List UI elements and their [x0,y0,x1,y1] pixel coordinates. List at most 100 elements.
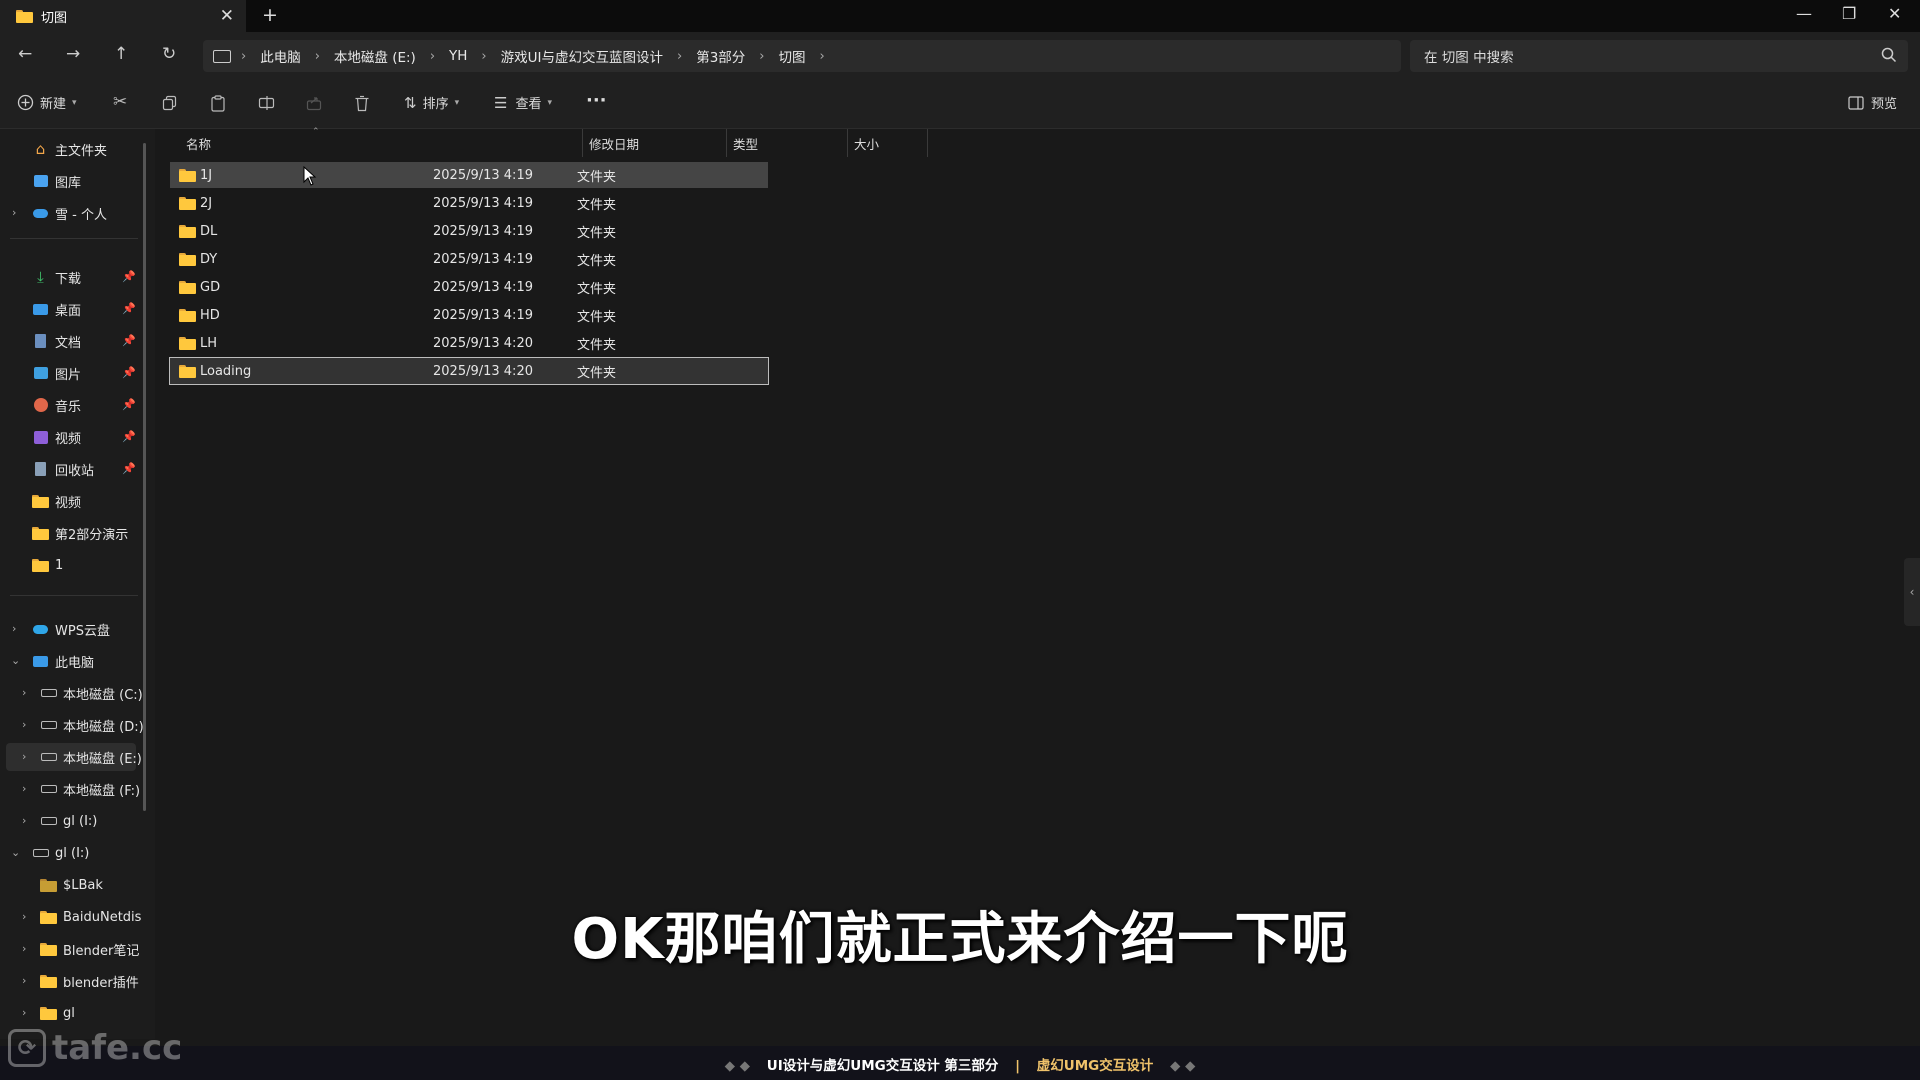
back-button[interactable]: ← [18,44,32,64]
chevron-right-icon[interactable]: › [12,206,16,219]
chevron-right-icon[interactable]: › [22,718,26,731]
sidebar-item-pictures[interactable]: 图片 [32,360,81,386]
new-tab-button[interactable]: + [262,4,278,26]
drive-icon [40,813,57,830]
forward-button[interactable]: → [66,44,80,64]
sidebar-item-videos[interactable]: 视频 [32,424,81,450]
chevron-down-icon[interactable]: ⌄ [11,846,20,859]
chevron-right-icon[interactable]: › [12,622,16,635]
course-banner-text: ◆ ◆ UI设计与虚幻UMG交互设计 第三部分 | 虚幻UMG交互设计 ◆ ◆ [0,1054,1920,1074]
preview-pane-button[interactable]: 预览 [1848,93,1897,112]
banner-ornament-icon: ◆ ◆ [1169,1058,1196,1074]
folder-icon [32,558,49,572]
sidebar-item-drive-i-root[interactable]: gl (I:) [32,840,89,866]
chevron-right-icon[interactable]: › [22,750,26,763]
folder-icon [40,878,57,892]
details-pane-toggle[interactable]: ‹ [1904,558,1920,626]
delete-icon[interactable] [354,95,370,112]
table-row[interactable]: LH 2025/9/13 4:20 文件夹 [170,330,768,356]
column-header-name[interactable]: 名称 ⌃ [170,127,583,157]
breadcrumb-separator[interactable]: › [820,49,825,64]
table-row[interactable]: GD 2025/9/13 4:19 文件夹 [170,274,768,300]
sort-button[interactable]: ⇅ 排序 ▾ [404,93,459,113]
copy-icon[interactable] [162,95,178,111]
chevron-right-icon[interactable]: › [22,974,26,987]
rename-icon[interactable] [258,95,275,111]
up-button[interactable]: ↑ [114,44,128,64]
sidebar-item-drive-f[interactable]: 本地磁盘 (F:) [40,776,140,802]
chevron-right-icon[interactable]: › [22,814,26,827]
restore-button[interactable]: ❐ [1842,4,1856,23]
computer-icon [213,49,231,63]
sidebar-item-this-pc[interactable]: 此电脑 [32,648,94,674]
sidebar-item-drive-d[interactable]: 本地磁盘 (D:) [40,712,144,738]
breadcrumb-item-course[interactable]: 游戏UI与虚幻交互蓝图设计 [501,46,663,66]
sidebar-item-drive-i[interactable]: gl (I:) [40,808,97,834]
breadcrumb-item-part3[interactable]: 第3部分 [696,46,745,66]
sidebar-item-label: gl (I:) [63,813,98,829]
sidebar-item-drive-e[interactable]: 本地磁盘 (E:) [40,744,142,770]
column-header-size[interactable]: 大小 [848,129,928,157]
refresh-button[interactable]: ↻ [162,44,176,64]
more-options-button[interactable]: ··· [586,90,607,111]
sidebar-item-recycle-bin[interactable]: 回收站 [32,456,94,482]
breadcrumb-item-current[interactable]: 切图 [779,46,806,66]
breadcrumb-item-yh[interactable]: YH [449,48,467,64]
sidebar-item-label: 1 [55,557,64,573]
sidebar-item-label: 本地磁盘 (D:) [63,719,144,735]
file-type: 文件夹 [577,281,617,297]
folder-icon [32,494,49,508]
sidebar-divider [10,595,138,596]
sidebar-item-folder-gl[interactable]: gl [40,1000,75,1026]
table-row[interactable]: DL 2025/9/13 4:19 文件夹 [170,218,768,244]
sidebar-item-label: 此电脑 [55,655,95,671]
breadcrumb-item-drive-e[interactable]: 本地磁盘 (E:) [334,46,416,66]
column-header-label: 大小 [854,136,880,152]
sidebar-item-documents[interactable]: 文档 [32,328,81,354]
chevron-right-icon[interactable]: › [22,782,26,795]
table-row[interactable]: 2J 2025/9/13 4:19 文件夹 [170,190,768,216]
sidebar-item-downloads[interactable]: ⤓ 下载 [32,264,81,290]
sidebar-item-folder-part2[interactable]: 第2部分演示 [32,520,128,546]
table-row[interactable]: 1J 2025/9/13 4:19 文件夹 [170,162,768,188]
table-row[interactable]: HD 2025/9/13 4:19 文件夹 [170,302,768,328]
sidebar-item-cloud[interactable]: 雪 - 个人 [32,200,107,226]
sidebar-item-label: 本地磁盘 (E:) [63,751,142,767]
chevron-down-icon[interactable]: ⌄ [11,654,20,667]
search-icon[interactable] [1880,46,1898,64]
table-row[interactable]: DY 2025/9/13 4:19 文件夹 [170,246,768,272]
chevron-right-icon[interactable]: › [22,686,26,699]
address-bar[interactable]: › 此电脑 › 本地磁盘 (E:) › YH › 游戏UI与虚幻交互蓝图设计 ›… [203,40,1401,72]
breadcrumb-separator: › [241,48,247,64]
column-header-type[interactable]: 类型 [727,129,848,157]
watermark: ⟳ tafe.cc [8,1028,182,1068]
cut-icon[interactable]: ✂ [113,92,127,112]
table-row[interactable]: Loading 2025/9/13 4:20 文件夹 [169,357,769,385]
sidebar-scrollbar[interactable] [143,143,146,811]
close-window-button[interactable]: ✕ [1888,4,1901,23]
folder-icon [32,526,49,540]
sidebar-item-gallery[interactable]: 图库 [32,168,81,194]
search-input[interactable]: 在 切图 中搜索 [1410,40,1908,72]
cloud-icon [32,205,49,222]
chevron-right-icon[interactable]: › [22,1006,26,1019]
view-button[interactable]: ☰ 查看 ▾ [494,93,552,113]
minimize-button[interactable]: — [1796,4,1812,23]
search-placeholder: 在 切图 中搜索 [1424,50,1514,66]
column-header-date[interactable]: 修改日期 [583,129,727,157]
sidebar-item-folder-1[interactable]: 1 [32,552,63,578]
sidebar-item-folder-videos[interactable]: 视频 [32,488,81,514]
breadcrumb-item-this-pc[interactable]: 此电脑 [260,46,301,66]
sidebar-item-music[interactable]: 音乐 [32,392,81,418]
paste-icon[interactable] [210,95,226,112]
sidebar-item-desktop[interactable]: 桌面 [32,296,81,322]
drive-icon [40,781,57,798]
tab-close-icon[interactable]: ✕ [220,6,234,26]
watermark-text: tafe.cc [52,1028,183,1068]
sidebar-item-drive-c[interactable]: 本地磁盘 (C:) [40,680,143,706]
tab-current[interactable]: 切图 ✕ [0,0,246,32]
video-subtitle: OK那咱们就正式来介绍一下呃 [571,907,1349,972]
sidebar-item-home[interactable]: ⌂ 主文件夹 [32,136,107,162]
sidebar-item-wps-cloud[interactable]: WPS云盘 [32,616,110,642]
new-button[interactable]: 新建 ▾ [17,93,77,112]
